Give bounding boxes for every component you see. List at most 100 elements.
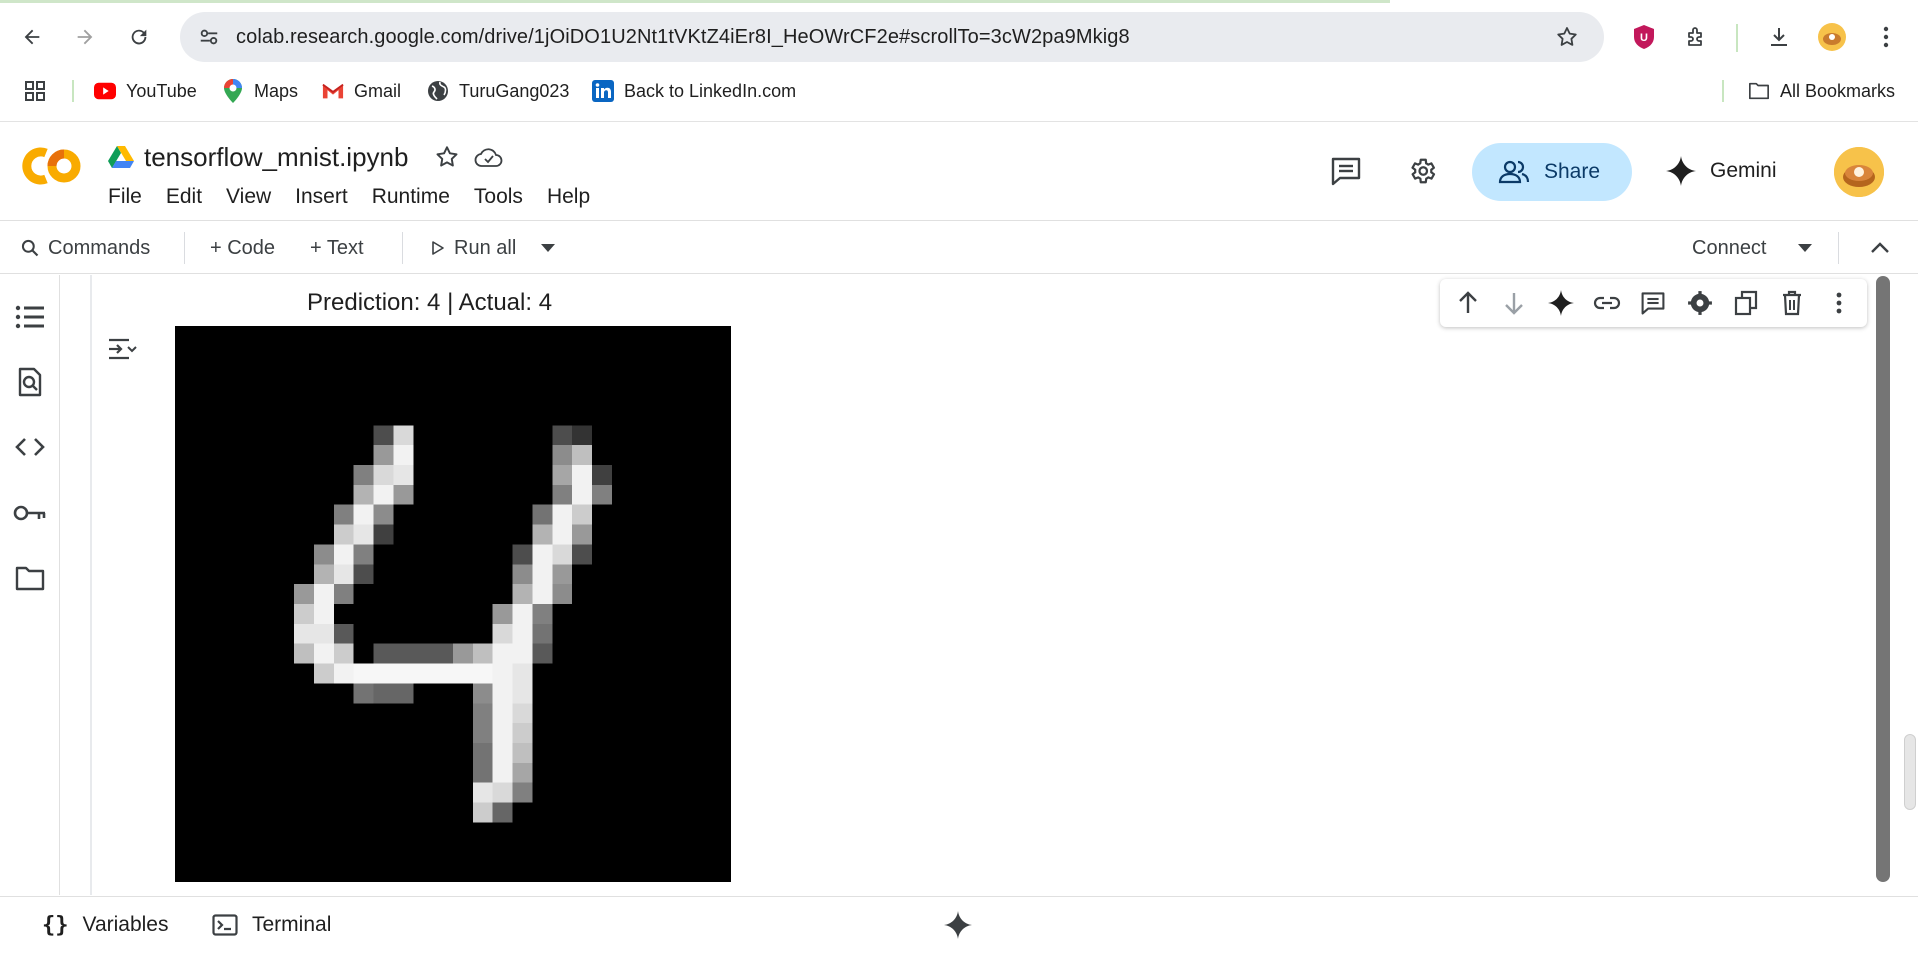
digit-pixel xyxy=(373,465,394,485)
gemini-sparkle-icon[interactable] xyxy=(1543,284,1579,322)
digit-pixel xyxy=(353,465,374,485)
digit-pixel xyxy=(532,623,553,644)
arrow-left-icon xyxy=(21,26,43,48)
digit-pixel xyxy=(433,663,453,684)
digit-pixel xyxy=(532,544,553,565)
star-notebook-icon[interactable] xyxy=(434,144,460,170)
comment-icon[interactable] xyxy=(1635,284,1671,322)
address-bar[interactable]: colab.research.google.com/drive/1jOiDO1U… xyxy=(180,12,1604,62)
menu-edit[interactable]: Edit xyxy=(166,185,202,209)
settings-gear-icon[interactable] xyxy=(1402,151,1442,191)
download-icon[interactable] xyxy=(1762,20,1796,54)
folder-icon xyxy=(1748,80,1770,102)
digit-pixel xyxy=(314,643,334,664)
cloud-saved-icon[interactable] xyxy=(474,146,504,168)
bookmark-linkedin[interactable]: Back to LinkedIn.com xyxy=(592,74,796,108)
menu-insert[interactable]: Insert xyxy=(295,185,348,209)
code-snippets-icon[interactable] xyxy=(10,427,50,467)
digit-pixel xyxy=(373,643,394,664)
left-sidebar xyxy=(0,275,60,895)
digit-pixel xyxy=(512,643,533,664)
link-icon[interactable] xyxy=(1589,284,1625,322)
digit-pixel xyxy=(512,723,533,743)
menu-help[interactable]: Help xyxy=(547,185,590,209)
bookmark-star-icon[interactable] xyxy=(1550,20,1584,54)
cell-scrollbar-thumb[interactable] xyxy=(1876,276,1890,882)
connect-options-dropdown[interactable] xyxy=(1797,222,1813,274)
digit-pixel xyxy=(333,663,354,684)
add-text-button[interactable]: + Text xyxy=(310,222,364,274)
cell-settings-gear-icon[interactable] xyxy=(1682,284,1718,322)
user-avatar[interactable] xyxy=(1834,147,1884,197)
extensions-puzzle-icon[interactable] xyxy=(1680,20,1714,54)
digit-pixel xyxy=(453,663,473,684)
output-actions-icon[interactable] xyxy=(104,331,140,367)
more-options-icon[interactable] xyxy=(1821,284,1857,322)
digit-pixel xyxy=(572,484,592,505)
profile-avatar[interactable] xyxy=(1815,20,1849,54)
browser-menu-icon[interactable] xyxy=(1869,20,1903,54)
collapse-header-button[interactable] xyxy=(1870,222,1890,274)
digit-pixel xyxy=(333,504,354,525)
bookmark-youtube[interactable]: YouTube xyxy=(94,74,197,108)
run-options-dropdown[interactable] xyxy=(540,222,556,274)
digit-pixel xyxy=(314,604,334,624)
gemini-sparkle-icon[interactable] xyxy=(942,909,974,941)
menu-view[interactable]: View xyxy=(226,185,271,209)
ublock-shield-icon[interactable]: U xyxy=(1627,20,1661,54)
table-of-contents-icon[interactable] xyxy=(10,297,50,337)
bookmark-turugang[interactable]: TuruGang023 xyxy=(427,74,569,108)
digit-pixel xyxy=(353,663,374,684)
colab-logo[interactable] xyxy=(20,145,84,187)
files-folder-icon[interactable] xyxy=(10,558,50,598)
bookmark-gmail[interactable]: Gmail xyxy=(322,74,401,108)
digit-pixel xyxy=(353,683,374,704)
run-all-button[interactable]: Run all xyxy=(432,222,516,274)
menu-file[interactable]: File xyxy=(108,185,142,209)
move-cell-down-icon[interactable] xyxy=(1496,284,1532,322)
digit-pixel xyxy=(492,743,513,763)
bookmark-maps[interactable]: Maps xyxy=(222,74,298,108)
menu-tools[interactable]: Tools xyxy=(474,185,523,209)
commands-button[interactable]: Commands xyxy=(20,222,150,274)
apps-grid-icon[interactable] xyxy=(24,74,46,108)
digit-pixel xyxy=(333,544,354,565)
digit-pixel xyxy=(512,584,533,604)
secrets-key-icon[interactable] xyxy=(10,493,50,533)
linkedin-icon xyxy=(592,80,614,102)
menu-runtime[interactable]: Runtime xyxy=(372,185,450,209)
digit-pixel xyxy=(532,604,553,624)
share-button[interactable]: Share xyxy=(1472,143,1632,201)
arrow-right-icon xyxy=(74,26,96,48)
digit-pixel xyxy=(314,663,334,684)
variables-button[interactable]: {} Variables xyxy=(42,897,169,953)
move-cell-up-icon[interactable] xyxy=(1450,284,1486,322)
chevron-up-icon xyxy=(1870,242,1890,254)
terminal-button[interactable]: Terminal xyxy=(212,897,331,953)
connect-button[interactable]: Connect xyxy=(1692,222,1767,274)
find-replace-icon[interactable] xyxy=(10,362,50,402)
back-button[interactable] xyxy=(15,20,49,54)
digit-pixel xyxy=(572,425,592,446)
page-scrollbar-thumb[interactable] xyxy=(1904,734,1916,810)
add-code-button[interactable]: + Code xyxy=(210,222,275,274)
reload-button[interactable] xyxy=(122,20,156,54)
site-info-icon[interactable] xyxy=(192,20,226,54)
digit-pixel xyxy=(373,484,394,505)
digit-pixel xyxy=(453,643,473,664)
gemini-button[interactable]: Gemini xyxy=(1666,151,1777,191)
google-drive-icon[interactable] xyxy=(108,145,134,169)
digit-pixel xyxy=(353,484,374,505)
digit-pixel xyxy=(373,683,394,704)
digit-pixel xyxy=(572,544,592,565)
url-text[interactable]: colab.research.google.com/drive/1jOiDO1U… xyxy=(236,26,1130,49)
mirror-cell-icon[interactable] xyxy=(1728,284,1764,322)
colab-header: tensorflow_mnist.ipynb File Edit View In… xyxy=(0,123,1918,221)
digit-pixel xyxy=(333,584,354,604)
notebook-title[interactable]: tensorflow_mnist.ipynb xyxy=(144,142,408,173)
comments-icon[interactable] xyxy=(1326,151,1366,191)
all-bookmarks-button[interactable]: All Bookmarks xyxy=(1748,74,1895,108)
forward-button[interactable] xyxy=(68,20,102,54)
mnist-digit-image xyxy=(175,326,731,882)
delete-cell-trash-icon[interactable] xyxy=(1774,284,1810,322)
